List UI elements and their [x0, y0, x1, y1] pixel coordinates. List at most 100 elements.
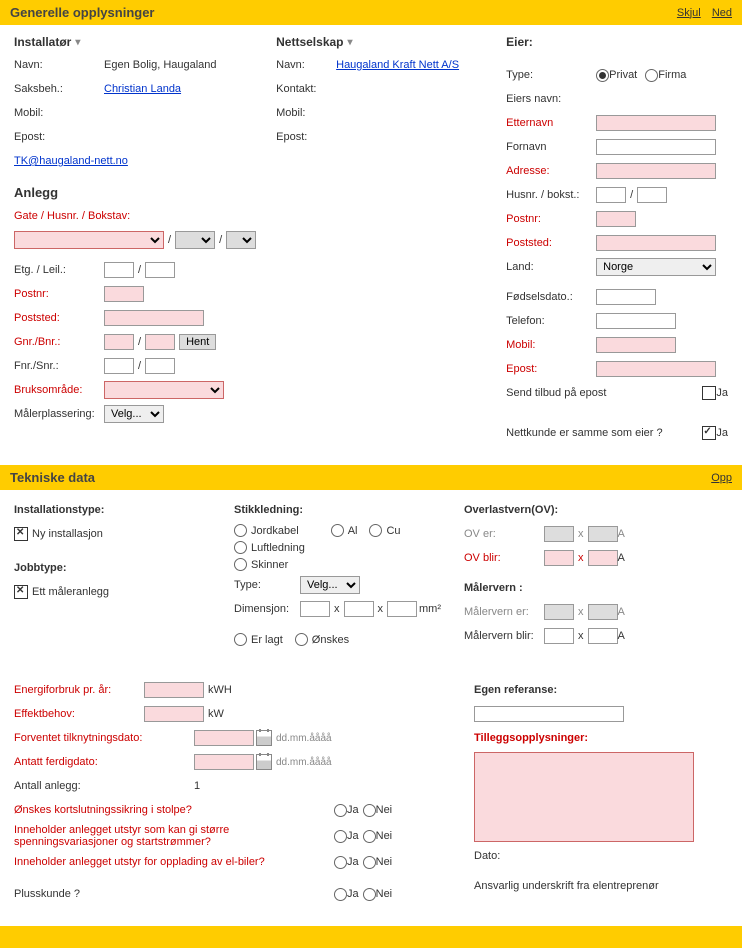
elbil-ja-radio[interactable]: [334, 856, 347, 869]
eier-mobil-label: Mobil:: [506, 339, 596, 351]
bruks-select[interactable]: [104, 381, 224, 399]
kortslut-ja-radio[interactable]: [334, 804, 347, 817]
fnr-label: Fnr./Snr.:: [14, 360, 104, 372]
installer-header: Installatør ▾: [14, 35, 256, 49]
ov-blir-1[interactable]: [544, 550, 574, 566]
maler-select[interactable]: Velg...: [104, 405, 164, 423]
general-section-header: Generelle opplysninger Skjul Ned: [0, 0, 742, 25]
pluss-nei-radio[interactable]: [363, 888, 376, 901]
luftledning-radio[interactable]: [234, 541, 247, 554]
antatt-input[interactable]: [194, 754, 254, 770]
dim1-input[interactable]: [300, 601, 330, 617]
fnr-input[interactable]: [104, 358, 134, 374]
hent-button[interactable]: Hent: [179, 334, 216, 350]
fodsel-input[interactable]: [596, 289, 656, 305]
skinner-radio[interactable]: [234, 558, 247, 571]
cu-radio[interactable]: [369, 524, 382, 537]
kortslut-label: Ønskes kortslutningssikring i stolpe?: [14, 804, 334, 816]
etternavn-input[interactable]: [596, 115, 716, 131]
spenning-ja-radio[interactable]: [334, 830, 347, 843]
effekt-input[interactable]: [144, 706, 204, 722]
mv-blir-2[interactable]: [588, 628, 618, 644]
gate-select[interactable]: [14, 231, 164, 249]
ov-er-1[interactable]: [544, 526, 574, 542]
eier-husnr-input[interactable]: [596, 187, 626, 203]
etternavn-label: Etternavn: [506, 117, 596, 129]
eier-epost-input[interactable]: [596, 361, 716, 377]
eier-postnr-input[interactable]: [596, 211, 636, 227]
land-select[interactable]: Norge: [596, 258, 716, 276]
installer-epost-label: Epost:: [14, 131, 104, 143]
eier-mobil-input[interactable]: [596, 337, 676, 353]
anlegg-header: Anlegg: [14, 185, 256, 200]
installer-name-label: Navn:: [14, 59, 104, 71]
ov-er-2[interactable]: [588, 526, 618, 542]
calendar-icon[interactable]: [256, 754, 272, 770]
dim3-input[interactable]: [387, 601, 417, 617]
eier-husnr-label: Husnr. / bokst.:: [506, 189, 596, 201]
dimensjon-label: Dimensjon:: [234, 603, 300, 615]
tillegs-label: Tilleggsopplysninger:: [474, 732, 588, 744]
egen-ref-input[interactable]: [474, 706, 624, 722]
mv-er-2[interactable]: [588, 604, 618, 620]
antall-value: 1: [194, 780, 200, 792]
fornavn-input[interactable]: [596, 139, 716, 155]
general-section-body: Installatør ▾ Navn: Egen Bolig, Haugalan…: [0, 25, 742, 465]
bruks-label: Bruksområde:: [14, 384, 104, 396]
kortslut-nei-radio[interactable]: [363, 804, 376, 817]
erlagt-radio[interactable]: [234, 633, 247, 646]
tilleggs-textarea[interactable]: [474, 752, 694, 842]
al-radio[interactable]: [331, 524, 344, 537]
privat-radio[interactable]: [596, 69, 609, 82]
snr-input[interactable]: [145, 358, 175, 374]
ned-link[interactable]: Ned: [712, 7, 732, 19]
forventet-input[interactable]: [194, 730, 254, 746]
calendar-icon[interactable]: [256, 730, 272, 746]
ett-maler-checkbox[interactable]: [14, 585, 28, 599]
bnr-input[interactable]: [145, 334, 175, 350]
fornavn-label: Fornavn: [506, 141, 596, 153]
spenning-nei-radio[interactable]: [363, 830, 376, 843]
land-label: Land:: [506, 261, 596, 273]
jordkabel-radio[interactable]: [234, 524, 247, 537]
nettkunde-checkbox[interactable]: [702, 426, 716, 440]
mv-er-1[interactable]: [544, 604, 574, 620]
mv-blir-1[interactable]: [544, 628, 574, 644]
energi-input[interactable]: [144, 682, 204, 698]
pluss-label: Plusskunde ?: [14, 888, 334, 900]
gnr-label: Gnr./Bnr.:: [14, 336, 104, 348]
leil-input[interactable]: [145, 262, 175, 278]
eier-poststed-input[interactable]: [596, 235, 716, 251]
ov-blir-2[interactable]: [588, 550, 618, 566]
saksbeh-link[interactable]: Christian Landa: [104, 83, 181, 95]
general-title: Generelle opplysninger: [10, 5, 155, 20]
eier-adresse-input[interactable]: [596, 163, 716, 179]
pluss-ja-radio[interactable]: [334, 888, 347, 901]
installer-name-value: Egen Bolig, Haugaland: [104, 59, 256, 71]
chevron-down-icon[interactable]: ▾: [348, 37, 353, 48]
jobb-type-label: Jobbtype:: [14, 562, 67, 574]
opp-link[interactable]: Opp: [711, 472, 732, 484]
installer-email-link[interactable]: TK@haugaland-nett.no: [14, 155, 128, 167]
gnr-input[interactable]: [104, 334, 134, 350]
chevron-down-icon[interactable]: ▾: [75, 37, 80, 48]
elbil-nei-radio[interactable]: [363, 856, 376, 869]
nett-name-link[interactable]: Haugaland Kraft Nett A/S: [336, 59, 459, 71]
husnr-select[interactable]: [175, 231, 215, 249]
etg-input[interactable]: [104, 262, 134, 278]
stikkledning-label: Stikkledning:: [234, 504, 303, 516]
firma-radio[interactable]: [645, 69, 658, 82]
install-type-label: Installationstype:: [14, 504, 104, 516]
skjul-link[interactable]: Skjul: [677, 7, 701, 19]
anlegg-postnr-input[interactable]: [104, 286, 144, 302]
eier-telefon-input[interactable]: [596, 313, 676, 329]
dim2-input[interactable]: [344, 601, 374, 617]
send-tilbud-checkbox[interactable]: [702, 386, 716, 400]
bokstav-select[interactable]: [226, 231, 256, 249]
type-select[interactable]: Velg...: [300, 576, 360, 594]
ny-install-checkbox[interactable]: [14, 527, 28, 541]
anlegg-poststed-input[interactable]: [104, 310, 204, 326]
onskes-radio[interactable]: [295, 633, 308, 646]
tech-section-header: Tekniske data Opp: [0, 465, 742, 490]
eier-bokst-input[interactable]: [637, 187, 667, 203]
